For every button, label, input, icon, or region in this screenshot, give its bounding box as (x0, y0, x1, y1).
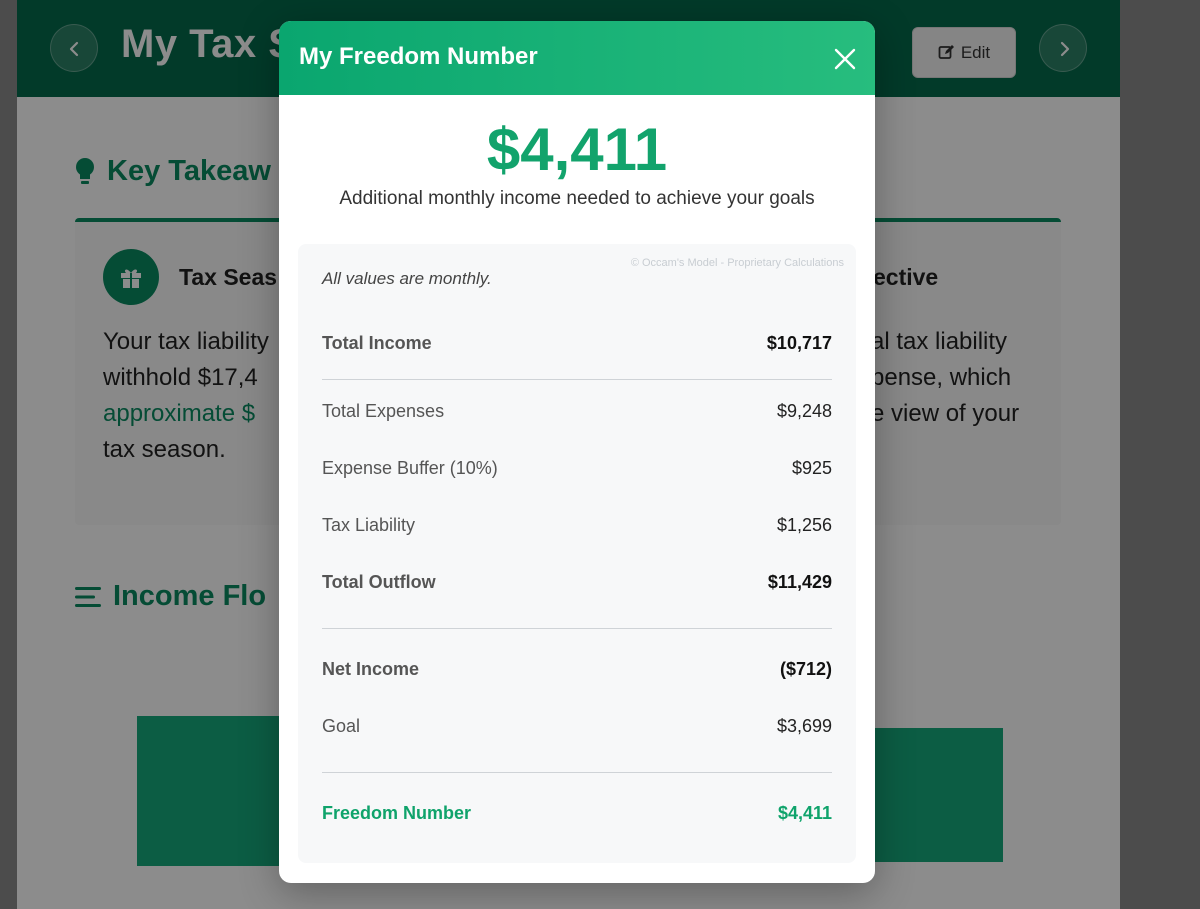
row-net-income: Net Income ($712) (322, 659, 832, 683)
row-value: $10,717 (766, 333, 832, 353)
row-value: $11,429 (767, 572, 832, 592)
row-label: Total Expenses (322, 401, 445, 421)
row-label: Freedom Number (322, 803, 472, 823)
divider (322, 772, 832, 773)
row-freedom-number: Freedom Number $4,411 (322, 803, 832, 827)
row-label: Goal (322, 716, 361, 736)
modal-title: My Freedom Number (299, 43, 538, 70)
row-total-outflow: Total Outflow $11,429 (322, 572, 832, 596)
row-total-expenses: Total Expenses $9,248 (322, 401, 832, 425)
row-value: $9,248 (776, 401, 832, 421)
freedom-number-amount: $4,411 (486, 116, 668, 183)
modal-header: My Freedom Number (279, 21, 875, 95)
row-label: Expense Buffer (10%) (322, 458, 498, 478)
row-goal: Goal $3,699 (322, 716, 832, 740)
freedom-number-modal: My Freedom Number $4,411 Additional mont… (279, 21, 875, 883)
divider (322, 628, 832, 629)
row-value: ($712) (779, 659, 832, 679)
close-icon[interactable] (833, 47, 857, 71)
row-expense-buffer: Expense Buffer (10%) $925 (322, 458, 832, 482)
row-value: $3,699 (776, 716, 832, 736)
row-total-income: Total Income $10,717 (322, 333, 832, 357)
row-label: Tax Liability (322, 515, 416, 535)
divider (322, 379, 832, 380)
row-label: Total Outflow (322, 572, 436, 592)
row-label: Net Income (322, 659, 420, 679)
row-value: $4,411 (777, 803, 832, 823)
row-value: $1,256 (776, 515, 832, 535)
row-label: Total Income (322, 333, 432, 353)
row-tax-liability: Tax Liability $1,256 (322, 515, 832, 539)
row-value: $925 (791, 458, 832, 478)
calculation-panel: © Occam's Model - Proprietary Calculatio… (298, 244, 856, 863)
freedom-number-subtitle: Additional monthly income needed to achi… (339, 188, 815, 209)
proprietary-watermark: © Occam's Model - Proprietary Calculatio… (630, 257, 844, 269)
monthly-note: All values are monthly. (322, 269, 492, 288)
